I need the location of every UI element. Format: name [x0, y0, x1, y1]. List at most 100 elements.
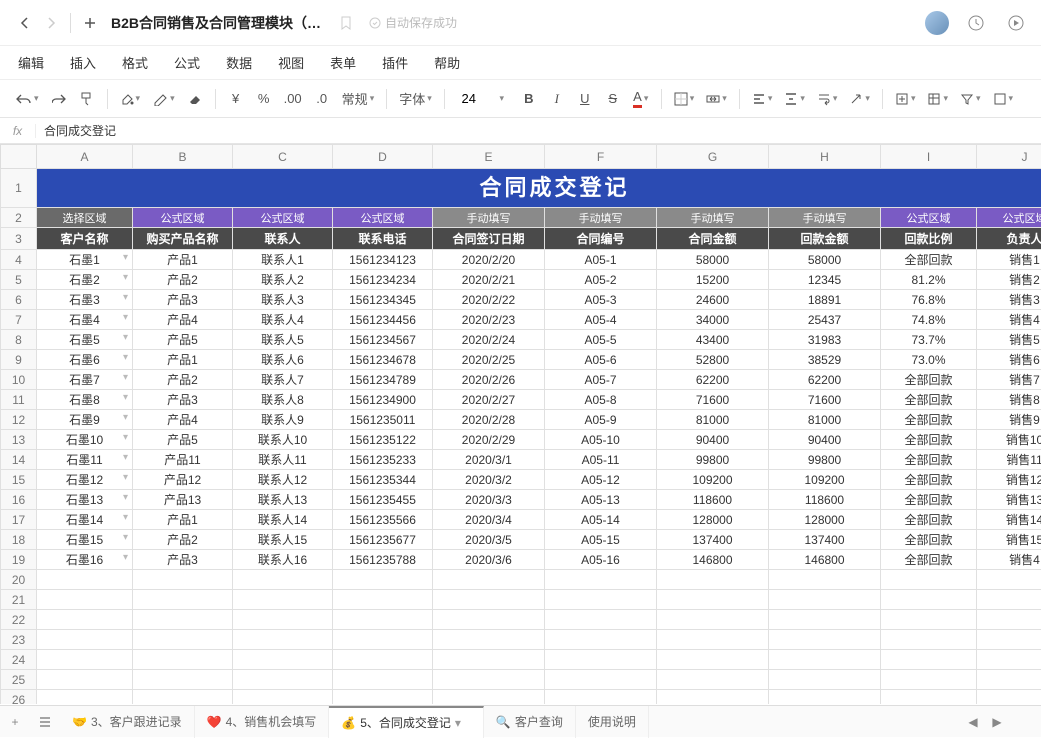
data-cell[interactable]: 石墨4 — [37, 310, 133, 330]
data-cell[interactable]: 销售4 — [977, 310, 1041, 330]
empty-cell[interactable] — [433, 670, 545, 690]
empty-cell[interactable] — [433, 650, 545, 670]
bold-button[interactable]: B — [517, 86, 541, 112]
category-cell[interactable]: 手动填写 — [769, 208, 881, 228]
data-cell[interactable]: 产品2 — [133, 530, 233, 550]
data-cell[interactable]: 12345 — [769, 270, 881, 290]
data-cell[interactable]: A05-9 — [545, 410, 657, 430]
data-cell[interactable]: 2020/2/23 — [433, 310, 545, 330]
empty-cell[interactable] — [37, 610, 133, 630]
data-cell[interactable]: 石墨11 — [37, 450, 133, 470]
empty-cell[interactable] — [133, 610, 233, 630]
header-cell[interactable]: 合同签订日期 — [433, 228, 545, 250]
spreadsheet-grid[interactable]: ABCDEFGHIJ1合同成交登记2选择区域公式区域公式区域公式区域手动填写手动… — [0, 144, 1041, 704]
data-cell[interactable]: 81000 — [657, 410, 769, 430]
data-cell[interactable]: 销售14 — [977, 510, 1041, 530]
data-cell[interactable]: 石墨9 — [37, 410, 133, 430]
data-cell[interactable]: 联系人9 — [233, 410, 333, 430]
row-header[interactable]: 12 — [1, 410, 37, 430]
data-cell[interactable]: 128000 — [769, 510, 881, 530]
data-cell[interactable]: 联系人2 — [233, 270, 333, 290]
header-cell[interactable]: 回款比例 — [881, 228, 977, 250]
merge-button[interactable]: ▾ — [702, 86, 731, 112]
data-cell[interactable]: 销售8 — [977, 390, 1041, 410]
col-header[interactable]: F — [545, 145, 657, 169]
row-header[interactable]: 7 — [1, 310, 37, 330]
doc-title[interactable]: B2B合同销售及合同管理模块（简洁... — [111, 13, 331, 33]
data-cell[interactable]: 联系人3 — [233, 290, 333, 310]
data-cell[interactable]: 146800 — [769, 550, 881, 570]
empty-cell[interactable] — [233, 690, 333, 705]
empty-cell[interactable] — [977, 690, 1041, 705]
data-cell[interactable]: A05-13 — [545, 490, 657, 510]
empty-cell[interactable] — [333, 570, 433, 590]
empty-cell[interactable] — [977, 590, 1041, 610]
data-cell[interactable]: 石墨10 — [37, 430, 133, 450]
data-cell[interactable]: 43400 — [657, 330, 769, 350]
category-cell[interactable]: 手动填写 — [545, 208, 657, 228]
redo-button[interactable] — [47, 86, 71, 112]
data-cell[interactable]: 产品3 — [133, 550, 233, 570]
data-cell[interactable]: 81.2% — [881, 270, 977, 290]
data-cell[interactable]: A05-1 — [545, 250, 657, 270]
sheet-tab[interactable]: 使用说明 — [576, 706, 649, 738]
data-cell[interactable]: 销售13 — [977, 490, 1041, 510]
empty-cell[interactable] — [769, 570, 881, 590]
data-cell[interactable]: 销售9 — [977, 410, 1041, 430]
data-cell[interactable]: 1561235455 — [333, 490, 433, 510]
empty-cell[interactable] — [233, 670, 333, 690]
empty-cell[interactable] — [433, 590, 545, 610]
data-cell[interactable]: A05-16 — [545, 550, 657, 570]
data-cell[interactable]: 128000 — [657, 510, 769, 530]
data-cell[interactable]: 产品13 — [133, 490, 233, 510]
data-cell[interactable]: 联系人16 — [233, 550, 333, 570]
data-cell[interactable]: 25437 — [769, 310, 881, 330]
empty-cell[interactable] — [233, 630, 333, 650]
data-cell[interactable]: 全部回款 — [881, 490, 977, 510]
empty-cell[interactable] — [133, 630, 233, 650]
data-cell[interactable]: 2020/2/24 — [433, 330, 545, 350]
data-cell[interactable]: 联系人14 — [233, 510, 333, 530]
data-cell[interactable]: 联系人15 — [233, 530, 333, 550]
empty-cell[interactable] — [233, 650, 333, 670]
currency-button[interactable]: ¥ — [224, 86, 248, 112]
empty-cell[interactable] — [37, 690, 133, 705]
data-cell[interactable]: 产品3 — [133, 290, 233, 310]
row-header[interactable]: 24 — [1, 650, 37, 670]
data-cell[interactable]: 58000 — [769, 250, 881, 270]
col-header[interactable]: H — [769, 145, 881, 169]
decimal-dec-button[interactable]: .0 — [310, 86, 334, 112]
data-cell[interactable]: 销售11 — [977, 450, 1041, 470]
sheet-tab[interactable]: ❤️4、销售机会填写 — [195, 706, 330, 738]
data-cell[interactable]: 2020/2/21 — [433, 270, 545, 290]
data-cell[interactable]: 2020/2/27 — [433, 390, 545, 410]
avatar[interactable] — [925, 11, 949, 35]
empty-cell[interactable] — [133, 690, 233, 705]
bookmark-icon[interactable] — [339, 16, 353, 30]
data-cell[interactable]: 联系人12 — [233, 470, 333, 490]
empty-cell[interactable] — [545, 650, 657, 670]
data-cell[interactable]: 全部回款 — [881, 430, 977, 450]
data-cell[interactable]: 石墨12 — [37, 470, 133, 490]
data-cell[interactable]: 产品1 — [133, 250, 233, 270]
data-cell[interactable]: 全部回款 — [881, 250, 977, 270]
data-cell[interactable]: 2020/3/3 — [433, 490, 545, 510]
undo-button[interactable]: ▾ — [12, 86, 43, 112]
empty-cell[interactable] — [133, 670, 233, 690]
header-cell[interactable]: 回款金额 — [769, 228, 881, 250]
data-cell[interactable]: 全部回款 — [881, 470, 977, 490]
corner-cell[interactable] — [1, 145, 37, 169]
col-header[interactable]: E — [433, 145, 545, 169]
col-header[interactable]: B — [133, 145, 233, 169]
header-cell[interactable]: 合同编号 — [545, 228, 657, 250]
data-cell[interactable]: 全部回款 — [881, 550, 977, 570]
empty-cell[interactable] — [37, 670, 133, 690]
decimal-inc-button[interactable]: .00 — [280, 86, 306, 112]
menu-format[interactable]: 格式 — [122, 53, 148, 72]
data-cell[interactable]: 58000 — [657, 250, 769, 270]
data-cell[interactable]: 全部回款 — [881, 510, 977, 530]
row-header[interactable]: 17 — [1, 510, 37, 530]
header-cell[interactable]: 联系人 — [233, 228, 333, 250]
empty-cell[interactable] — [37, 650, 133, 670]
data-cell[interactable]: 76.8% — [881, 290, 977, 310]
